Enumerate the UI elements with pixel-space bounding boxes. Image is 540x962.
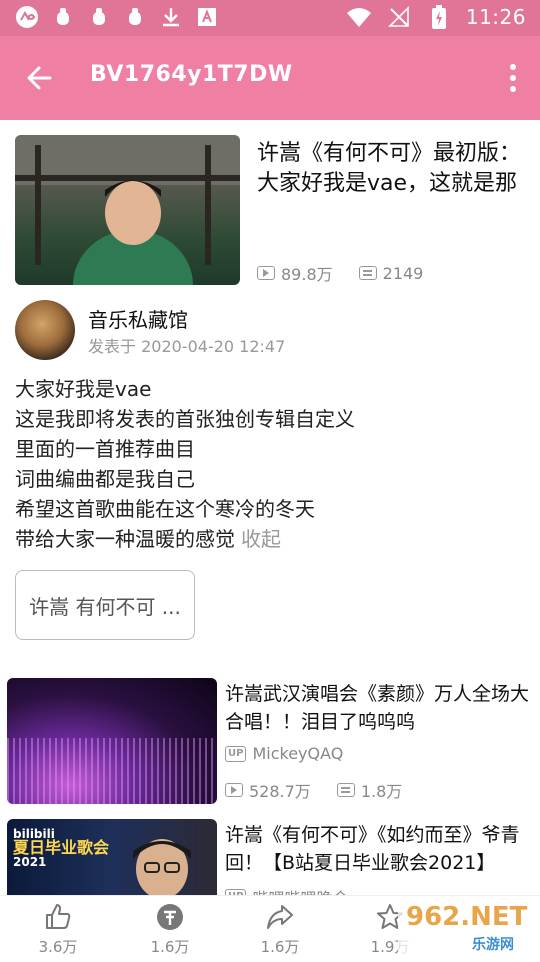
watermark-logo: 962.NET 乐游网 — [398, 900, 534, 956]
share-count: 1.6万 — [260, 938, 300, 956]
main-video-title[interactable]: 许嵩《有何不可》最初版：大家好我是vae，这就是那首歌 — [257, 139, 527, 199]
coin-button[interactable]: 1.6万 — [130, 902, 210, 958]
description-line: 带给大家一种温暖的感觉 — [15, 527, 235, 551]
tag-chip[interactable]: 许嵩 有何不可 ... — [15, 570, 195, 640]
no-signal-icon — [386, 4, 412, 30]
thumbs-up-icon — [46, 904, 71, 929]
description-line: 希望这首歌曲能在这个寒冷的冬天 — [15, 497, 315, 521]
back-arrow-icon[interactable] — [22, 60, 62, 96]
uploader-name: MickeyQAQ — [252, 744, 344, 763]
related-video-title[interactable]: 许嵩武汉演唱会《素颜》万人全场大合唱！！泪目了呜呜呜 — [225, 680, 530, 736]
share-icon — [267, 905, 293, 929]
description-line: 大家好我是vae — [15, 377, 152, 401]
uploader-info: 音乐私藏馆 发表于 2020-04-20 12:47 — [15, 300, 525, 364]
bug-icon — [50, 4, 76, 30]
avatar[interactable] — [15, 300, 75, 360]
coin-icon — [157, 904, 183, 930]
video-detail-content: 许嵩《有何不可》最初版：大家好我是vae，这就是那首歌 89.8万 2149 音… — [0, 120, 540, 895]
collapse-link[interactable]: 收起 — [241, 527, 281, 551]
related-video-item[interactable]: 许嵩武汉演唱会《素颜》万人全场大合唱！！泪目了呜呜呜 UP MickeyQAQ … — [7, 678, 533, 804]
status-bar: 11:26 — [0, 0, 540, 36]
description-line-last: 带给大家一种温暖的感觉 收起 — [15, 524, 525, 554]
more-options-icon[interactable] — [506, 62, 520, 94]
main-video-card: 许嵩《有何不可》最初版：大家好我是vae，这就是那首歌 89.8万 2149 — [15, 135, 525, 285]
thumbnail-logo-text: bilibili 夏日毕业歌会 2021 — [13, 827, 109, 869]
app-logo-icon — [14, 4, 40, 30]
watermark-sub-text: 乐游网 — [472, 937, 514, 953]
related-video-item[interactable]: bilibili 夏日毕业歌会 2021 许嵩《有何不可》《如约而至》爷青回！【… — [7, 819, 533, 895]
danmaku-icon — [336, 783, 355, 797]
danmaku-count: 2149 — [382, 263, 424, 283]
bug-icon — [122, 4, 148, 30]
font-a-icon — [194, 4, 220, 30]
page-title: BV1764y1T7DW — [90, 62, 293, 87]
watermark-main-text: 962.NET — [406, 902, 528, 932]
uploader-name[interactable]: 音乐私藏馆 — [88, 304, 188, 333]
related-video-title[interactable]: 许嵩《有何不可》《如约而至》爷青回！【B站夏日毕业歌会2021】 — [225, 821, 530, 877]
share-button[interactable]: 1.6万 — [240, 902, 320, 958]
description-line: 里面的一首推荐曲目 — [15, 437, 195, 461]
related-video-uploader: UP 哔哩哔哩晚会 — [225, 885, 348, 895]
app-bar: BV1764y1T7DW — [0, 36, 540, 120]
video-description: 大家好我是vae 这是我即将发表的首张独创专辑自定义 里面的一首推荐曲目 词曲编… — [15, 374, 525, 554]
bug-icon — [86, 4, 112, 30]
download-icon — [158, 4, 184, 30]
danmaku-icon — [358, 266, 377, 280]
like-count: 3.6万 — [38, 938, 78, 956]
view-count: 89.8万 — [281, 265, 333, 284]
main-video-stats: 89.8万 2149 — [257, 261, 423, 285]
wifi-icon — [346, 4, 372, 30]
publish-date: 发表于 2020-04-20 12:47 — [88, 337, 286, 356]
play-count-icon — [225, 783, 243, 797]
related-video-stats: 528.7万 1.8万 — [225, 778, 402, 802]
related-video-thumbnail[interactable]: bilibili 夏日毕业歌会 2021 — [7, 819, 217, 895]
description-line: 这是我即将发表的首张独创专辑自定义 — [15, 407, 355, 431]
play-count-icon — [257, 266, 275, 280]
like-button[interactable]: 3.6万 — [18, 902, 98, 958]
battery-charging-icon — [426, 4, 452, 30]
coin-count: 1.6万 — [150, 938, 190, 956]
danmaku-count: 1.8万 — [360, 782, 403, 801]
main-video-thumbnail[interactable] — [15, 135, 240, 285]
up-badge: UP — [225, 745, 247, 762]
related-video-thumbnail[interactable] — [7, 678, 217, 804]
thumbnail-event: 夏日毕业歌会 — [13, 838, 110, 857]
uploader-name: 哔哩哔哩晚会 — [252, 885, 348, 895]
description-line: 词曲编曲都是我自己 — [15, 467, 195, 491]
thumbnail-year: 2021 — [13, 855, 47, 869]
related-video-uploader: UP MickeyQAQ — [225, 744, 343, 763]
view-count: 528.7万 — [249, 782, 311, 801]
status-time: 11:26 — [465, 5, 526, 29]
